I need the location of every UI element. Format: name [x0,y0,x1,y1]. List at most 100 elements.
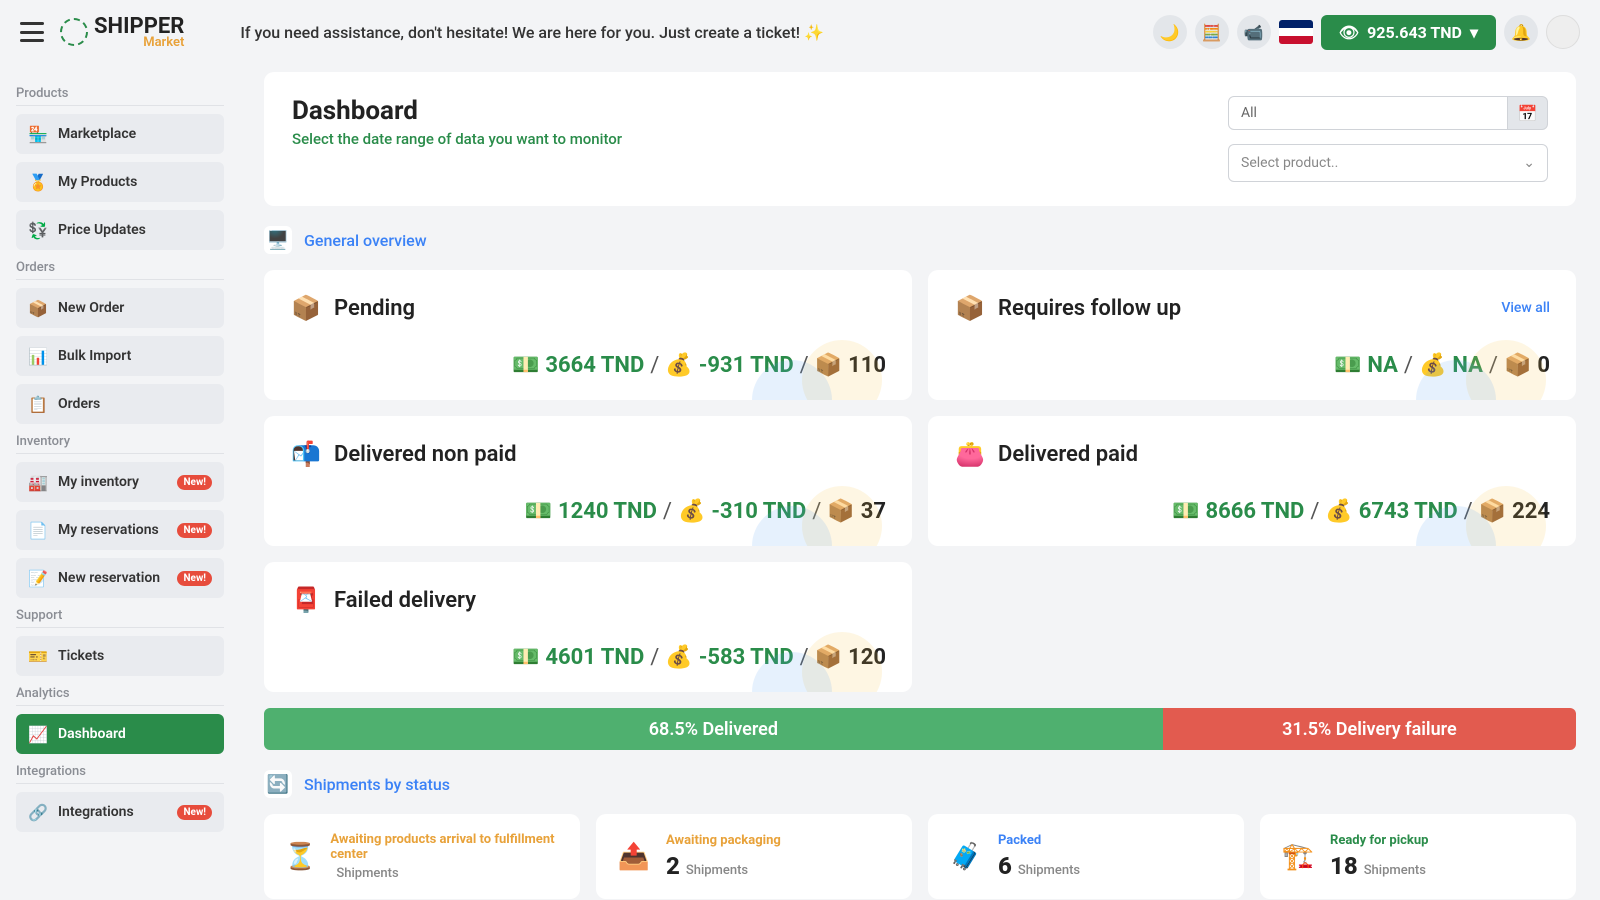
sidebar-item-dashboard[interactable]: 📈Dashboard [16,714,224,754]
eye-icon: 👁 [1339,23,1359,42]
card-title: Pending [334,296,415,321]
money-icon: 💵 [525,499,552,524]
card-icon: 📦 [290,292,322,324]
sidebar-group-label: Analytics [16,686,224,706]
overview-card-failed-delivery[interactable]: 📮 Failed delivery 💵4601 TND / 💰-583 TND … [264,562,912,692]
sidebar-item-my-products[interactable]: 🏅 My Products [16,162,224,202]
product-select[interactable]: Select product.. ⌄ [1228,144,1548,182]
view-all-link[interactable]: View all [1501,300,1550,316]
sidebar-item-icon: 🏭 [28,472,48,492]
sidebar-item-icon: 📋 [28,394,48,414]
assist-banner: If you need assistance, don't hesitate! … [240,23,1136,42]
calendar-icon[interactable]: 📅 [1508,96,1548,130]
page-title: Dashboard [292,96,622,126]
sidebar-item-new-reservation[interactable]: 📝 New reservation New! [16,558,224,598]
status-icon: 🏗️ [1280,839,1316,875]
sidebar-item-my-reservations[interactable]: 📄My reservationsNew! [16,510,224,550]
status-icon: ⏳ [284,839,316,875]
sidebar-item-tickets[interactable]: 🎫Tickets [16,636,224,676]
new-badge: New! [177,805,212,820]
new-badge: New! [177,523,212,538]
dark-mode-icon[interactable]: 🌙 [1153,15,1187,49]
balance-button[interactable]: 👁 925.643 TND ▾ [1321,15,1496,50]
sidebar-group-label: Inventory [16,434,224,454]
sidebar: Products 🏪 Marketplace 🏅 My Products 💱Price U… [0,64,240,900]
sidebar-group-label: Integrations [16,764,224,784]
money-icon: 💵 [1334,353,1361,378]
status-card[interactable]: 🧳 Packed 6Shipments [928,814,1244,899]
sidebar-item-label: My reservations [58,522,159,538]
logo-icon [60,18,88,46]
status-card[interactable]: 📤 Awaiting packaging 2Shipments [596,814,912,899]
failure-segment: 31.5% Delivery failure [1163,708,1576,750]
video-icon[interactable]: 📹 [1237,15,1271,49]
money-icon: 💵 [512,645,539,670]
language-flag[interactable] [1279,20,1313,44]
sidebar-item-label: New Order [58,300,124,316]
stat-gross: NA [1367,353,1398,378]
status-label: Shipments [1364,863,1426,878]
sidebar-item-marketplace[interactable]: 🏪 Marketplace [16,114,224,154]
status-icon: 🧳 [948,839,984,875]
shipments-title: Shipments by status [304,775,450,794]
sidebar-item-orders[interactable]: 📋Orders [16,384,224,424]
new-badge: New! [177,571,212,586]
shipments-icon: 🔄 [264,770,292,798]
sidebar-item-integrations[interactable]: 🔗IntegrationsNew! [16,792,224,832]
card-title: Delivered non paid [334,442,517,467]
card-title: Requires follow up [998,296,1181,321]
overview-card-requires-follow-up[interactable]: 📦 Requires follow up View all 💵NA / 💰NA … [928,270,1576,400]
sidebar-item-icon: 💱 [28,220,48,240]
stat-gross: 3664 TND [545,353,644,378]
status-card[interactable]: ⏳ Awaiting products arrival to fulfillme… [264,814,580,899]
status-label: Shipments [336,866,398,881]
card-icon: 📬 [290,438,322,470]
menu-toggle[interactable] [20,22,44,42]
status-count: 2 [666,852,680,880]
sidebar-group-label: Products [16,86,224,106]
sidebar-item-icon: 🏪 [28,124,48,144]
status-count: 18 [1330,852,1358,880]
sidebar-item-icon: 📊 [28,346,48,366]
calculator-icon[interactable]: 🧮 [1195,15,1229,49]
bell-icon[interactable]: 🔔 [1504,15,1538,49]
sidebar-item-bulk-import[interactable]: 📊 Bulk Import [16,336,224,376]
sidebar-item-new-order[interactable]: 📦 New Order [16,288,224,328]
delivered-segment: 68.5% Delivered [264,708,1163,750]
status-title: Ready for pickup [1330,833,1428,848]
sidebar-item-label: Bulk Import [58,348,131,364]
status-title: Awaiting products arrival to fulfillment… [330,832,560,862]
sidebar-item-icon: 🏅 [28,172,48,192]
card-icon: 👛 [954,438,986,470]
sidebar-group-label: Support [16,608,224,628]
date-filter-input[interactable] [1228,96,1508,130]
new-badge: New! [177,475,212,490]
logo[interactable]: SHIPPER Market [60,14,184,50]
card-title: Delivered paid [998,442,1138,467]
status-title: Awaiting packaging [666,833,781,848]
sidebar-item-my-inventory[interactable]: 🏭My inventoryNew! [16,462,224,502]
overview-card-pending[interactable]: 📦 Pending 💵3664 TND / 💰-931 TND / 📦110 [264,270,912,400]
sidebar-item-label: My Products [58,174,137,190]
product-select-label: Select product.. [1241,155,1338,171]
status-label: Shipments [686,863,748,878]
sidebar-item-icon: 📝 [28,568,48,588]
stat-gross: 8666 TND [1205,499,1304,524]
status-card[interactable]: 🏗️ Ready for pickup 18 Shipments [1260,814,1576,899]
overview-card-delivered-non-paid[interactable]: 📬 Delivered non paid 💵1240 TND / 💰-310 T… [264,416,912,546]
sidebar-item-price-updates[interactable]: 💱Price Updates [16,210,224,250]
balance-amount: 925.643 TND [1367,23,1462,42]
stat-gross: 1240 TND [558,499,657,524]
overview-card-delivered-paid[interactable]: 👛 Delivered paid 💵8666 TND / 💰6743 TND /… [928,416,1576,546]
bag-icon: 💰 [678,499,705,524]
sidebar-item-label: New reservation [58,570,160,586]
sidebar-item-icon: 📦 [28,298,48,318]
sidebar-item-label: Tickets [58,648,104,664]
sidebar-group-label: Orders [16,260,224,280]
bag-icon: 💰 [1325,499,1352,524]
sidebar-item-label: Marketplace [58,126,136,142]
overview-icon: 🖥️ [264,226,292,254]
avatar[interactable] [1546,15,1580,49]
status-label: Shipments [1018,863,1080,878]
stat-gross: 4601 TND [545,645,644,670]
